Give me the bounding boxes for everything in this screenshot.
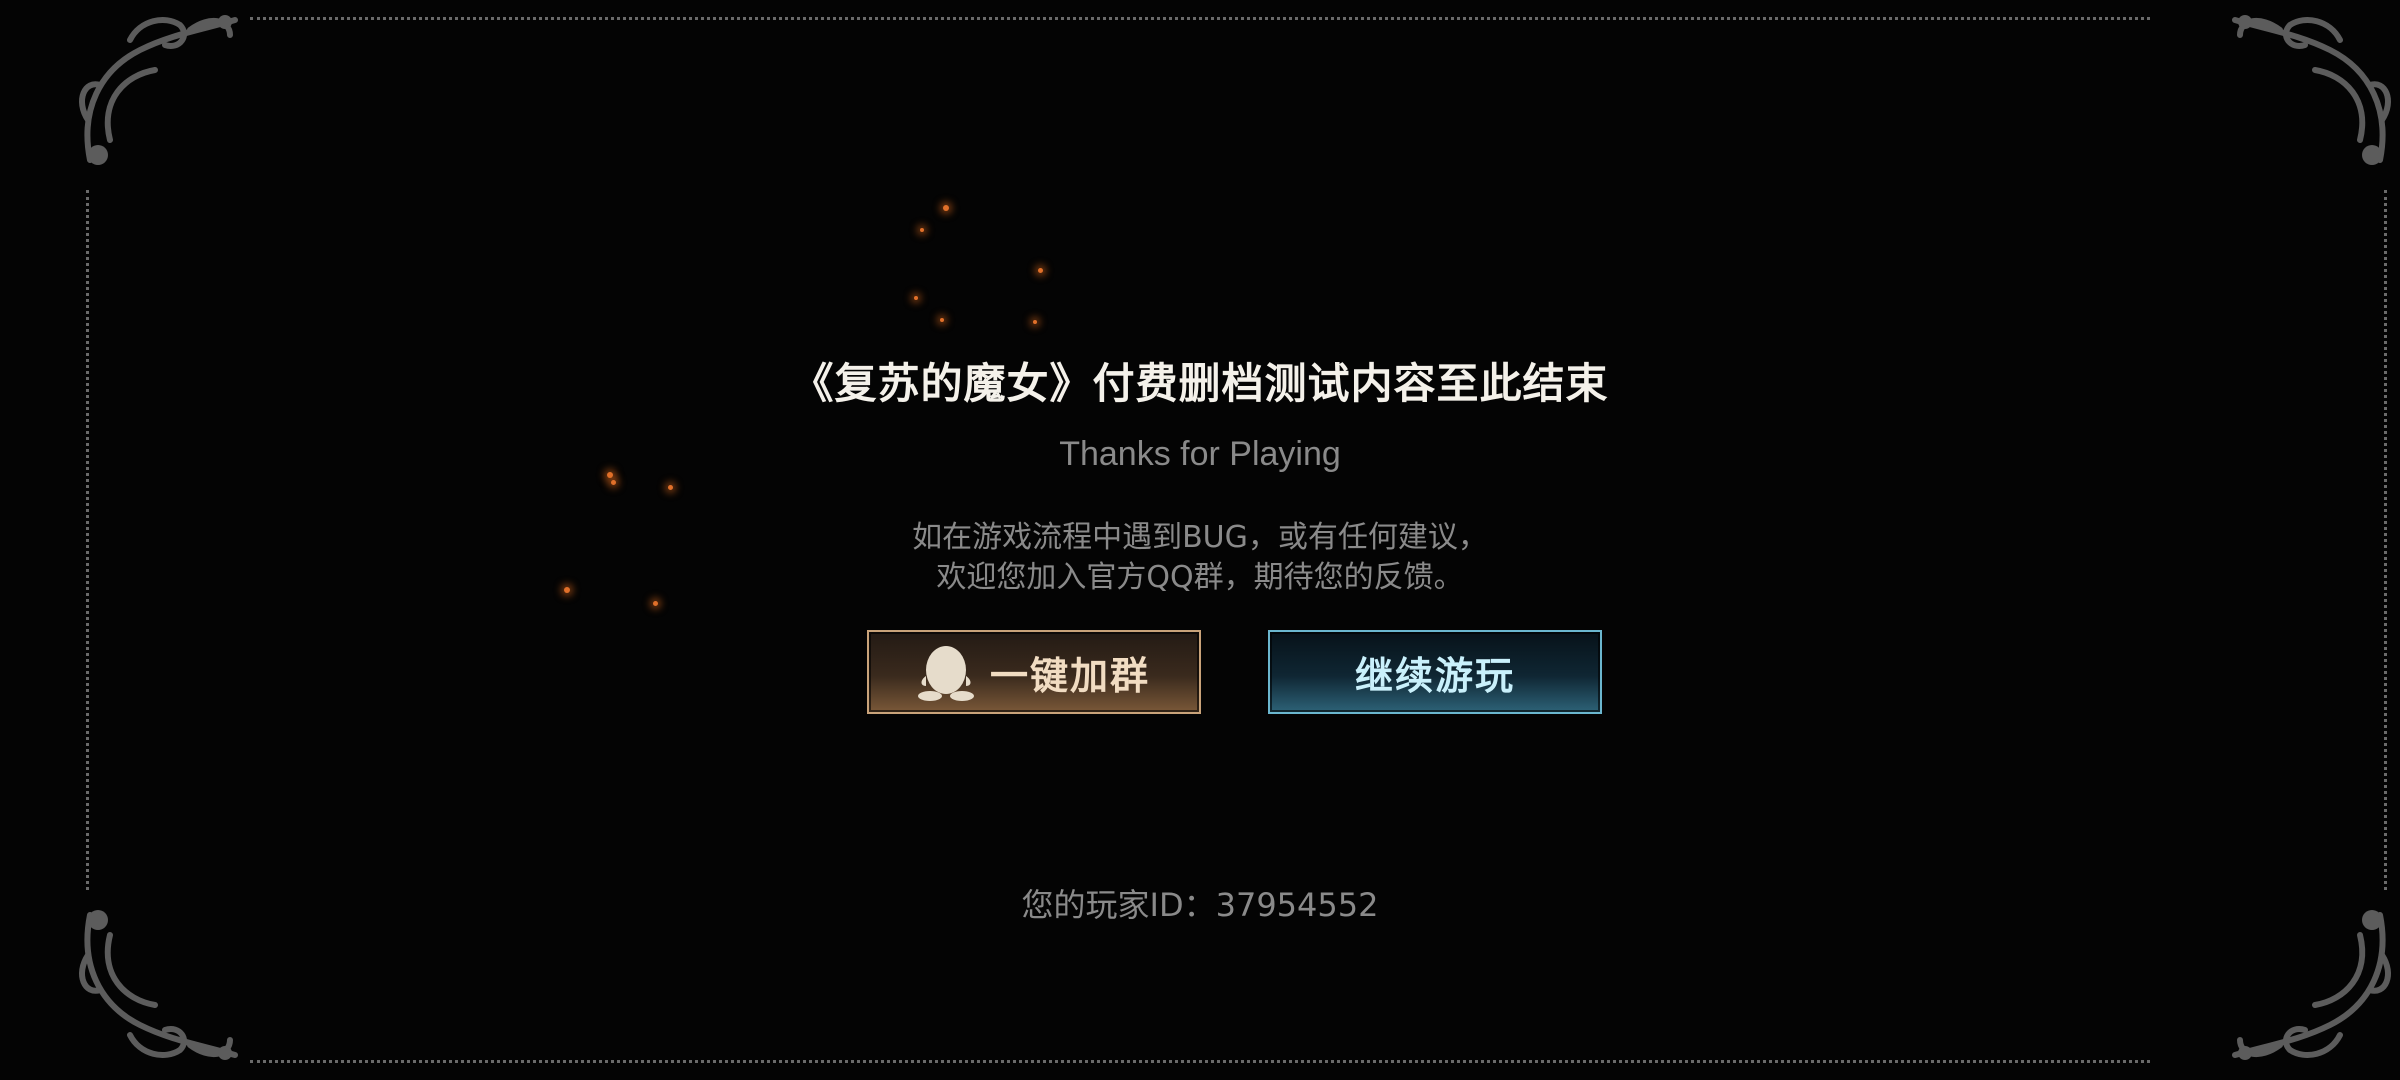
ember-particle (668, 485, 673, 490)
ember-particle (653, 601, 658, 606)
ember-particle (1033, 320, 1037, 324)
ember-particle (611, 480, 616, 485)
ornament-corner-icon (2232, 910, 2391, 1060)
ember-particle (940, 318, 944, 322)
ornament-corner-icon (79, 15, 238, 165)
dialog-message: 如在游戏流程中遇到BUG，或有任何建议， 欢迎您加入官方QQ群，期待您的反馈。 (0, 518, 2400, 598)
dialog-title: 《复苏的魔女》付费删档测试内容至此结束 (791, 359, 1609, 408)
qq-penguin-icon (917, 646, 974, 701)
frame-top-border (250, 17, 2150, 20)
ember-particle (920, 228, 924, 232)
join-group-label: 一键加群 (989, 653, 1150, 698)
ornament-corner-icon (79, 910, 238, 1060)
frame-bottom-border (250, 1060, 2150, 1063)
player-id-text: 您的玩家ID：37954552 (1021, 886, 1379, 924)
continue-playing-label: 继续游玩 (1354, 653, 1515, 698)
dialog-subtitle: Thanks for Playing (1059, 435, 1341, 473)
ornament-corner-icon (2232, 15, 2391, 165)
dialog-message-line: 如在游戏流程中遇到BUG，或有任何建议， (912, 520, 1488, 555)
ember-particle (914, 296, 918, 300)
join-group-button[interactable]: 一键加群 (867, 630, 1201, 714)
continue-playing-button[interactable]: 继续游玩 (1268, 630, 1602, 714)
ember-particle (943, 205, 949, 211)
ember-particle (1038, 268, 1043, 273)
dialog-message-line: 欢迎您加入官方QQ群，期待您的反馈。 (936, 560, 1464, 595)
